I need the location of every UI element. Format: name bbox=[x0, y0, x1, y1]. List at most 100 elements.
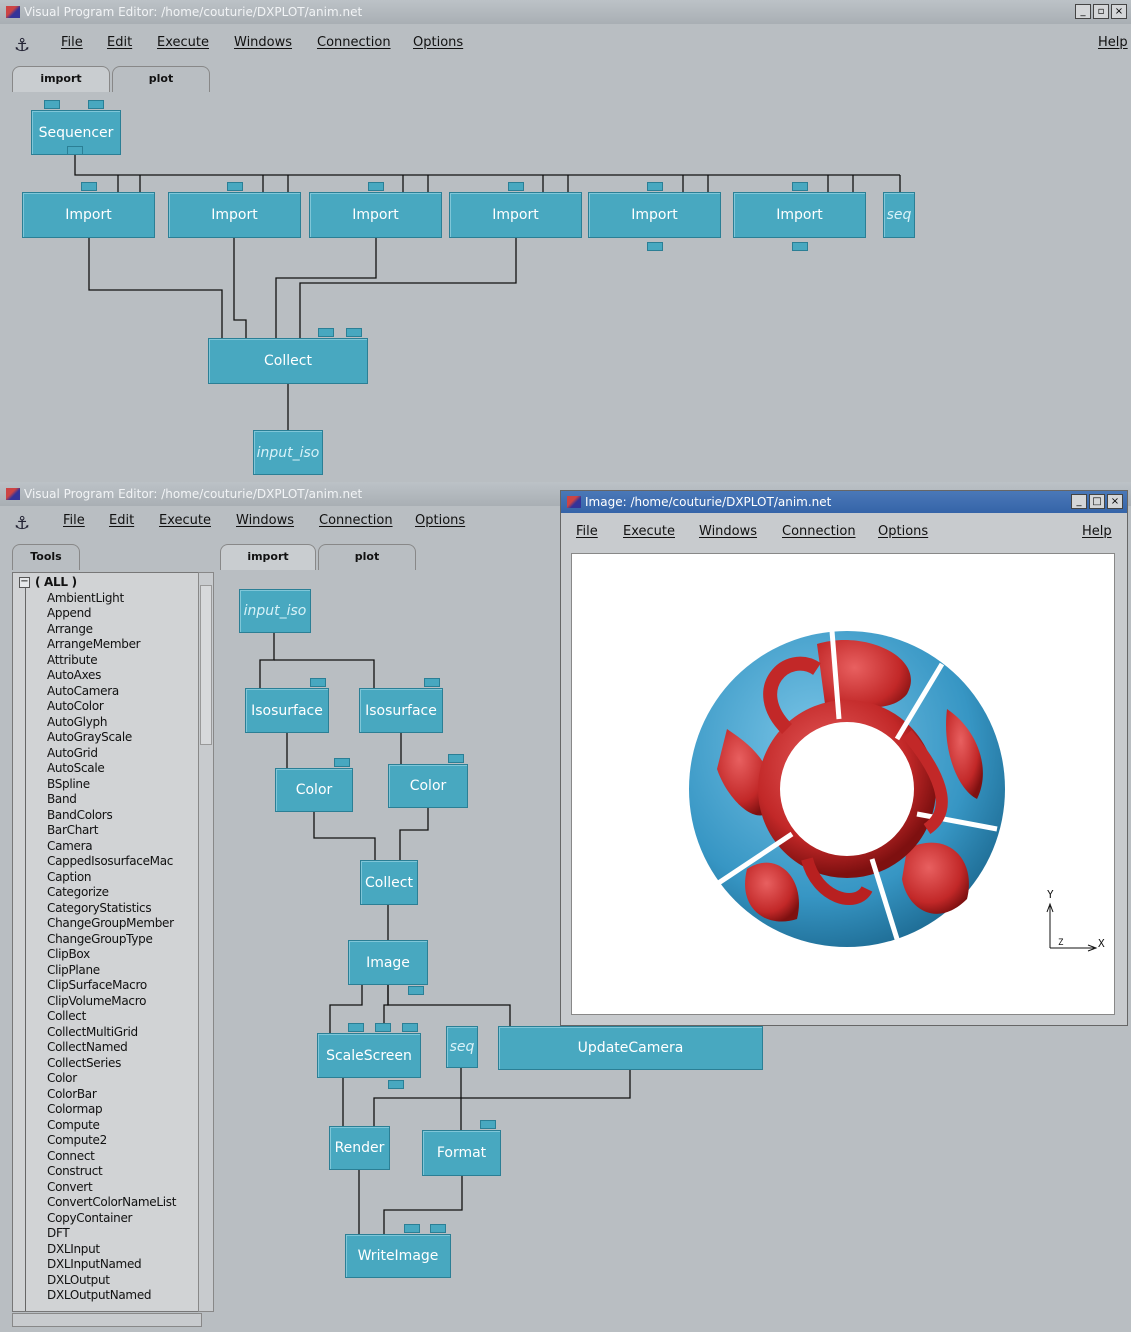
tab-plot[interactable]: plot bbox=[112, 66, 210, 92]
image-node[interactable]: Image bbox=[348, 940, 428, 985]
menu-windows[interactable]: Windows bbox=[236, 513, 294, 528]
tools-root-item[interactable]: ( ALL ) bbox=[35, 575, 77, 589]
tool-item[interactable]: Band bbox=[47, 792, 77, 806]
top-canvas[interactable] bbox=[10, 91, 1131, 482]
import-node-5[interactable]: Import bbox=[588, 192, 721, 238]
port[interactable] bbox=[81, 182, 97, 191]
seq-node[interactable]: seq bbox=[883, 192, 915, 238]
menu-execute[interactable]: Execute bbox=[157, 35, 209, 50]
menu-options[interactable]: Options bbox=[415, 513, 465, 528]
collapse-icon[interactable]: − bbox=[19, 577, 30, 588]
port[interactable] bbox=[67, 146, 83, 155]
updatecamera-node[interactable]: UpdateCamera bbox=[498, 1026, 763, 1070]
menu-execute[interactable]: Execute bbox=[159, 513, 211, 528]
menu-edit[interactable]: Edit bbox=[107, 35, 132, 50]
minimize-icon[interactable]: _ bbox=[1071, 494, 1087, 509]
tool-item[interactable]: CollectMultiGrid bbox=[47, 1025, 138, 1039]
menu-file[interactable]: File bbox=[576, 524, 598, 539]
tool-item[interactable]: CollectSeries bbox=[47, 1056, 121, 1070]
tool-item[interactable]: Append bbox=[47, 606, 92, 620]
tool-item[interactable]: CopyContainer bbox=[47, 1211, 132, 1225]
tool-item[interactable]: BSpline bbox=[47, 777, 90, 791]
tool-item[interactable]: ArrangeMember bbox=[47, 637, 141, 651]
menu-connection[interactable]: Connection bbox=[319, 513, 393, 528]
menu-edit[interactable]: Edit bbox=[109, 513, 134, 528]
port[interactable] bbox=[44, 100, 60, 109]
tab-plot[interactable]: plot bbox=[318, 544, 416, 570]
isosurface-node-2[interactable]: Isosurface bbox=[359, 688, 443, 733]
scalescreen-node[interactable]: ScaleScreen bbox=[317, 1033, 421, 1078]
port[interactable] bbox=[508, 182, 524, 191]
menu-help[interactable]: Help bbox=[1098, 35, 1128, 50]
tool-item[interactable]: ClipVolumeMacro bbox=[47, 994, 146, 1008]
tool-item[interactable]: AutoScale bbox=[47, 761, 105, 775]
port[interactable] bbox=[88, 100, 104, 109]
menu-file[interactable]: File bbox=[61, 35, 83, 50]
minimize-icon[interactable]: _ bbox=[1075, 4, 1091, 19]
tool-item[interactable]: Camera bbox=[47, 839, 93, 853]
tool-item[interactable]: BandColors bbox=[47, 808, 113, 822]
port[interactable] bbox=[404, 1224, 420, 1233]
port[interactable] bbox=[424, 678, 440, 687]
port[interactable] bbox=[334, 758, 350, 767]
tool-item[interactable]: ClipSurfaceMacro bbox=[47, 978, 147, 992]
menu-options[interactable]: Options bbox=[878, 524, 928, 539]
tool-item[interactable]: AutoColor bbox=[47, 699, 104, 713]
tool-item[interactable]: DXLInput bbox=[47, 1242, 100, 1256]
tool-item[interactable]: Collect bbox=[47, 1009, 86, 1023]
input-iso-node[interactable]: input_iso bbox=[239, 589, 311, 633]
port[interactable] bbox=[408, 986, 424, 995]
anchor-icon[interactable]: ⚓ bbox=[14, 35, 30, 56]
top-window-titlebar[interactable]: Visual Program Editor: /home/couturie/DX… bbox=[0, 0, 1131, 24]
collect-node[interactable]: Collect bbox=[208, 338, 368, 384]
port[interactable] bbox=[348, 1023, 364, 1032]
input-iso-node[interactable]: input_iso bbox=[253, 430, 323, 475]
tool-item[interactable]: ConvertColorNameList bbox=[47, 1195, 176, 1209]
restore-icon[interactable]: ▫ bbox=[1093, 4, 1109, 19]
port[interactable] bbox=[430, 1224, 446, 1233]
port[interactable] bbox=[480, 1120, 496, 1129]
tool-item[interactable]: ClipPlane bbox=[47, 963, 100, 977]
menu-windows[interactable]: Windows bbox=[234, 35, 292, 50]
port[interactable] bbox=[402, 1023, 418, 1032]
tool-item[interactable]: DFT bbox=[47, 1226, 70, 1240]
scroll-thumb[interactable] bbox=[200, 585, 212, 745]
tool-item[interactable]: Compute2 bbox=[47, 1133, 107, 1147]
menu-execute[interactable]: Execute bbox=[623, 524, 675, 539]
import-node-3[interactable]: Import bbox=[309, 192, 442, 238]
port[interactable] bbox=[448, 754, 464, 763]
tools-vertical-scrollbar[interactable] bbox=[198, 572, 214, 1312]
tool-item[interactable]: ColorBar bbox=[47, 1087, 97, 1101]
writeimage-node[interactable]: WriteImage bbox=[345, 1234, 451, 1278]
color-node-2[interactable]: Color bbox=[388, 764, 468, 808]
tool-item[interactable]: DXLOutput bbox=[47, 1273, 110, 1287]
menu-options[interactable]: Options bbox=[413, 35, 463, 50]
import-node-4[interactable]: Import bbox=[449, 192, 582, 238]
close-icon[interactable]: × bbox=[1111, 4, 1127, 19]
import-node-6[interactable]: Import bbox=[733, 192, 866, 238]
tool-item[interactable]: Attribute bbox=[47, 653, 98, 667]
tool-item[interactable]: Color bbox=[47, 1071, 77, 1085]
isosurface-node-1[interactable]: Isosurface bbox=[245, 688, 329, 733]
import-node-1[interactable]: Import bbox=[22, 192, 155, 238]
port[interactable] bbox=[647, 182, 663, 191]
port[interactable] bbox=[368, 182, 384, 191]
tools-list[interactable]: − ( ALL ) AmbientLight Append Arrange Arrang… bbox=[12, 572, 212, 1312]
menu-connection[interactable]: Connection bbox=[317, 35, 391, 50]
tool-item[interactable]: CappedIsosurfaceMac bbox=[47, 854, 173, 868]
tool-item[interactable]: CategoryStatistics bbox=[47, 901, 152, 915]
tool-item[interactable]: Connect bbox=[47, 1149, 95, 1163]
tool-item[interactable]: AutoCamera bbox=[47, 684, 119, 698]
port[interactable] bbox=[310, 678, 326, 687]
tab-import[interactable]: import bbox=[12, 66, 110, 92]
menu-windows[interactable]: Windows bbox=[699, 524, 757, 539]
format-node[interactable]: Format bbox=[422, 1130, 501, 1176]
tools-horizontal-scrollbar[interactable] bbox=[12, 1313, 202, 1327]
tool-item[interactable]: AutoAxes bbox=[47, 668, 101, 682]
tab-tools[interactable]: Tools bbox=[12, 544, 80, 570]
port[interactable] bbox=[227, 182, 243, 191]
menu-file[interactable]: File bbox=[63, 513, 85, 528]
tool-item[interactable]: Arrange bbox=[47, 622, 93, 636]
tool-item[interactable]: AmbientLight bbox=[47, 591, 124, 605]
tool-item[interactable]: AutoGlyph bbox=[47, 715, 107, 729]
